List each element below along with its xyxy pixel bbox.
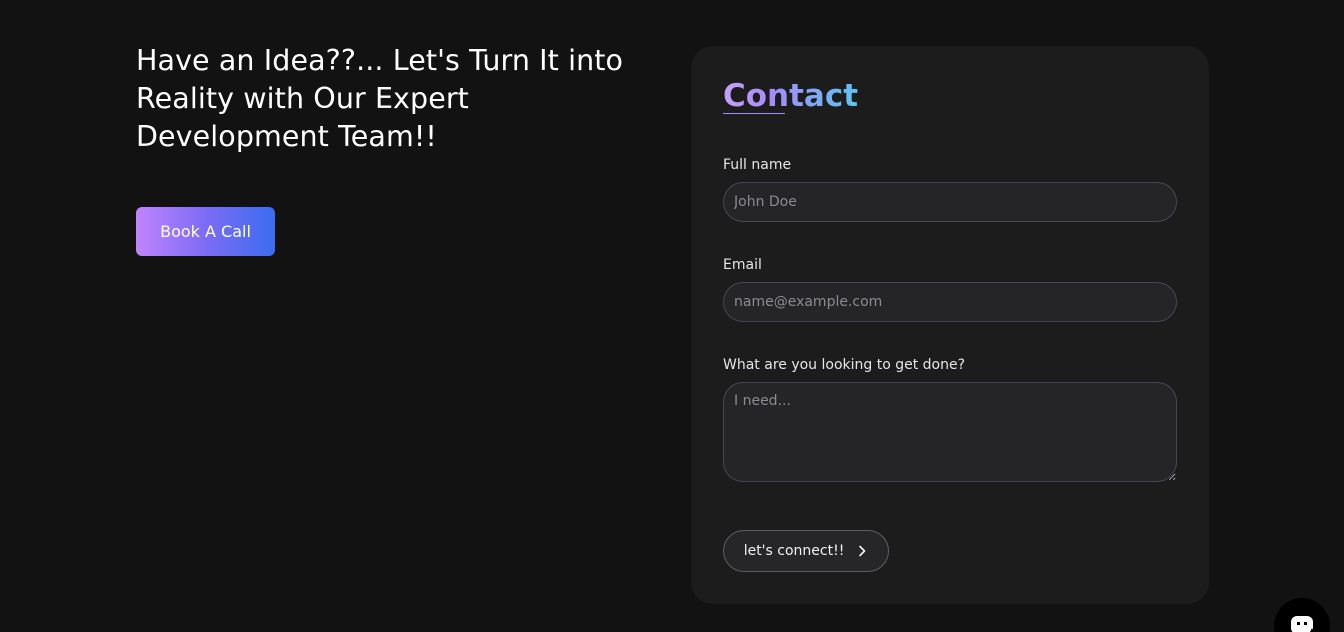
request-label: What are you looking to get done? (723, 357, 966, 373)
chevron-right-icon (856, 545, 868, 557)
title-underline (723, 113, 785, 114)
full-name-label: Full name (723, 157, 792, 173)
contact-title: Contact (723, 74, 858, 118)
chat-icon (1291, 616, 1314, 632)
hero-title: Have an Idea??... Let's Turn It into Rea… (136, 44, 624, 153)
contact-card: Contact Full name Email What are you loo… (691, 46, 1209, 604)
hero-section: Have an Idea??... Let's Turn It into Rea… (136, 42, 656, 256)
lets-connect-label: let's connect!! (743, 543, 845, 559)
email-label: Email (723, 257, 762, 273)
book-a-call-button[interactable]: Book A Call (136, 207, 275, 256)
request-textarea[interactable] (723, 382, 1177, 482)
email-input[interactable] (723, 282, 1177, 322)
chat-widget-button[interactable] (1274, 598, 1330, 632)
full-name-input[interactable] (723, 182, 1177, 222)
page: Have an Idea??... Let's Turn It into Rea… (0, 0, 1344, 632)
lets-connect-button[interactable]: let's connect!! (723, 530, 889, 572)
